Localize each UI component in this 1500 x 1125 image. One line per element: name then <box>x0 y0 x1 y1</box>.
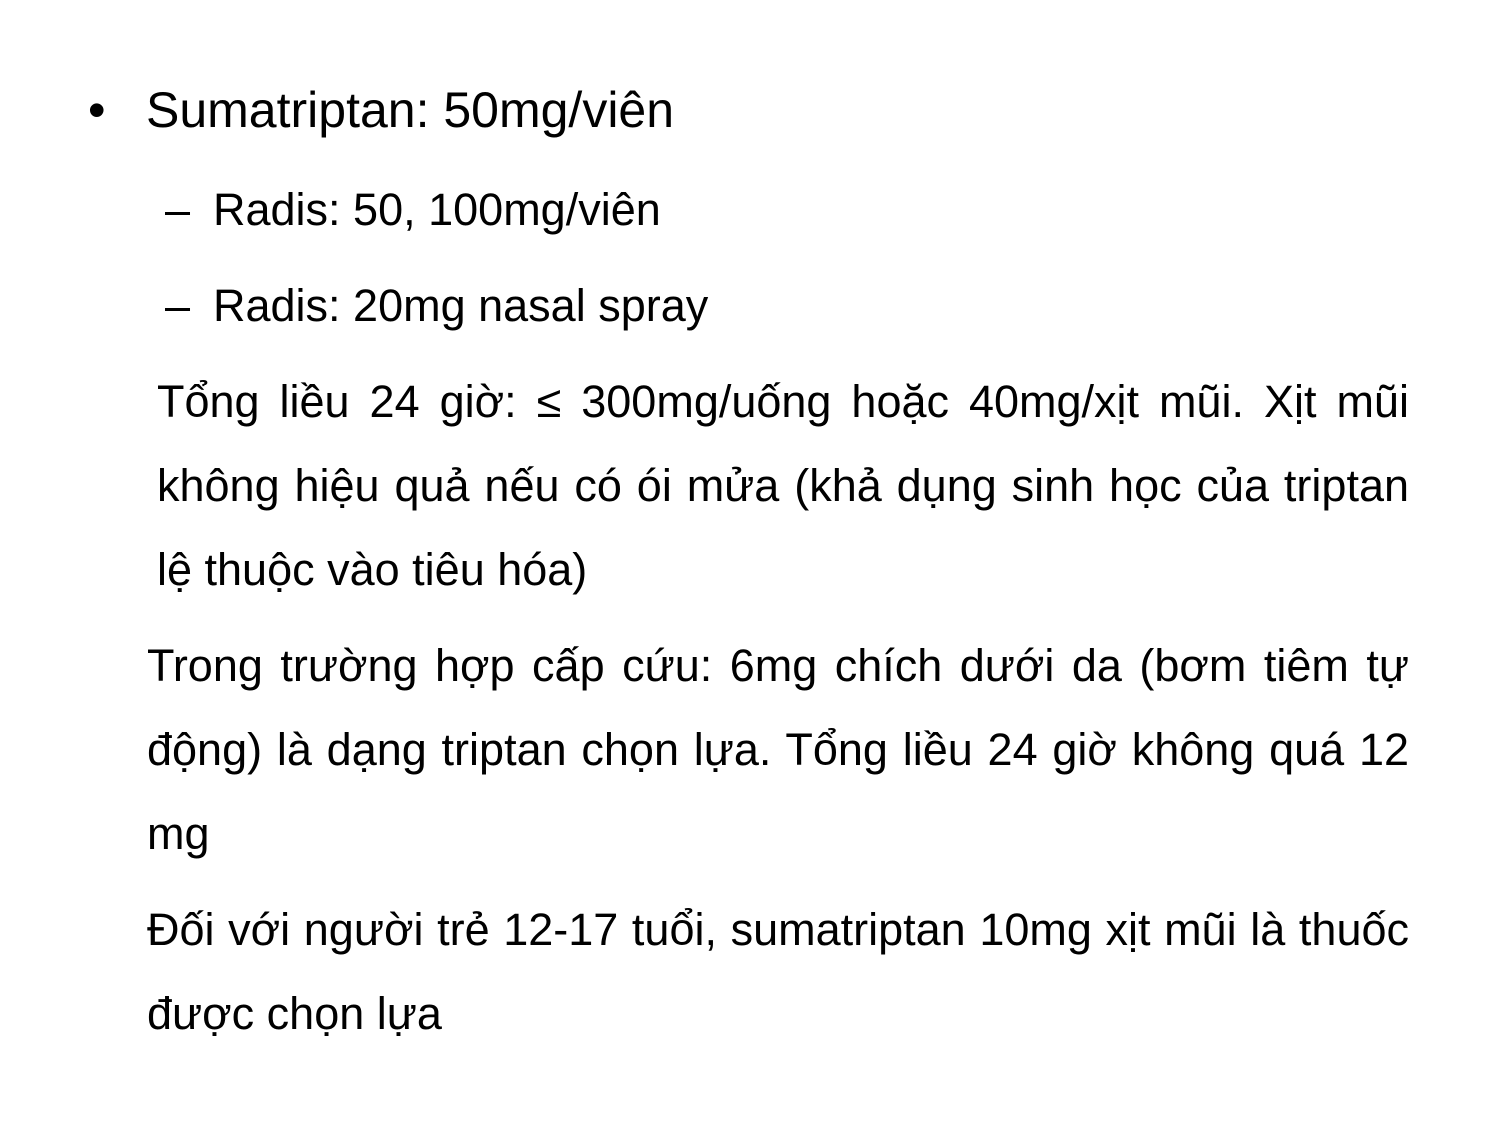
bullet-item-sumatriptan: • Sumatriptan: 50mg/viên <box>88 78 674 142</box>
dash-marker: – <box>165 184 191 235</box>
dash-marker: – <box>165 280 191 331</box>
sub-item-text: Radis: 20mg nasal spray <box>213 280 709 331</box>
sub-item-radis-spray: – Radis: 20mg nasal spray <box>165 277 708 335</box>
slide: • Sumatriptan: 50mg/viên – Radis: 50, 100m… <box>0 0 1500 1125</box>
paragraph-emergency: Trong trường hợp cấp cứu: 6mg chích dưới… <box>147 640 1409 859</box>
sub-item-text: Radis: 50, 100mg/viên <box>213 184 661 235</box>
bullet-marker: • <box>88 82 106 138</box>
sub-item-radis-tablet: – Radis: 50, 100mg/viên <box>165 181 661 239</box>
bullet-text: Sumatriptan: 50mg/viên <box>146 82 675 138</box>
paragraph-adolescents: Đối với người trẻ 12-17 tuổi, sumatripta… <box>147 904 1409 1039</box>
paragraph-daily-dose: Tổng liều 24 giờ: ≤ 300mg/uống hoặc 40mg… <box>157 376 1409 595</box>
